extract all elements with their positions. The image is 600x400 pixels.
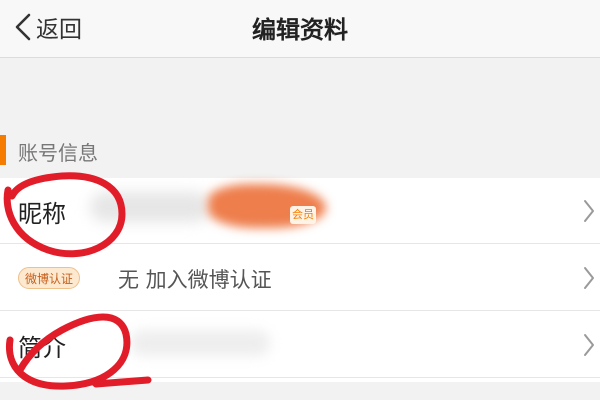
bottom-background: [0, 382, 600, 400]
verification-badge: 微博认证: [18, 267, 81, 289]
profile-field-list: 昵称 会员 微博认证 无 加入微博认证 简介: [0, 178, 600, 400]
redacted-bio: [130, 330, 270, 356]
chevron-right-icon: [584, 267, 594, 289]
chevron-right-icon: [584, 200, 594, 222]
section-title: 账号信息: [18, 141, 98, 165]
bio-label: 简介: [18, 334, 66, 362]
nickname-label: 昵称: [18, 200, 66, 228]
verification-status-text: 无 加入微博认证: [118, 268, 272, 292]
page-title: 编辑资料: [252, 16, 348, 44]
member-badge: 会员: [290, 206, 316, 224]
chevron-right-icon: [584, 334, 594, 356]
verification-row[interactable]: 微博认证 无 加入微博认证: [0, 245, 600, 311]
section-accent-bar: [0, 135, 6, 165]
bio-row[interactable]: 简介: [0, 312, 600, 378]
account-section-header: 账号信息: [0, 131, 600, 173]
nickname-row[interactable]: 昵称 会员: [0, 178, 600, 244]
navigation-bar: 返回 编辑资料: [0, 0, 600, 58]
redacted-value: [90, 192, 210, 222]
